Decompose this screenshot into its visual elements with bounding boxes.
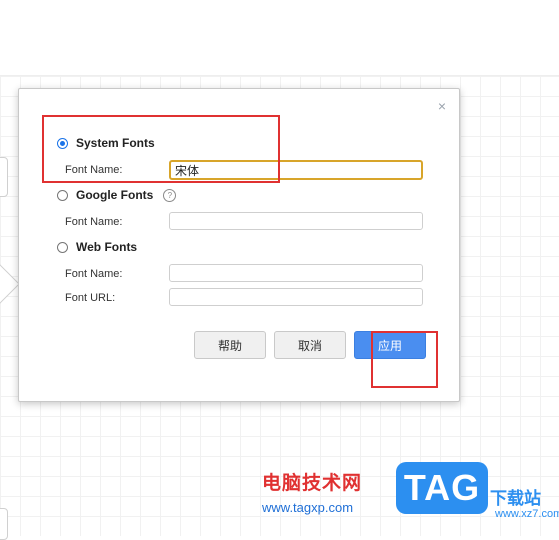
watermark-download-label: 下载站 <box>490 489 541 508</box>
highlight-box <box>371 331 438 388</box>
google-fonts-label[interactable]: Google Fonts <box>76 188 153 202</box>
web-fonts-label[interactable]: Web Fonts <box>76 240 137 254</box>
cancel-button[interactable]: 取消 <box>274 331 346 359</box>
diagram-shape[interactable] <box>0 508 8 540</box>
diagram-shape[interactable] <box>0 157 8 197</box>
web-font-name-input[interactable] <box>169 264 423 282</box>
google-font-name-label: Font Name: <box>65 216 123 228</box>
help-icon[interactable]: ? <box>163 188 177 202</box>
web-fonts-radio[interactable] <box>57 241 68 253</box>
web-font-url-input[interactable] <box>169 288 423 306</box>
google-fonts-option[interactable]: Google Fonts ? <box>57 188 177 202</box>
google-font-name-input[interactable] <box>169 212 423 230</box>
web-font-name-label: Font Name: <box>65 268 123 280</box>
watermark-download-site: www.xz7.com <box>495 508 559 520</box>
google-fonts-radio[interactable] <box>57 189 68 201</box>
web-fonts-option[interactable]: Web Fonts <box>57 240 137 254</box>
web-font-url-label: Font URL: <box>65 292 116 304</box>
close-icon[interactable]: × <box>438 99 446 113</box>
highlight-box <box>42 115 280 183</box>
help-button[interactable]: 帮助 <box>194 331 266 359</box>
watermark-logo: TAG <box>396 462 488 514</box>
watermark-site-name: 电脑技术网 <box>262 473 363 494</box>
watermark-url: www.tagxp.com <box>262 500 354 515</box>
